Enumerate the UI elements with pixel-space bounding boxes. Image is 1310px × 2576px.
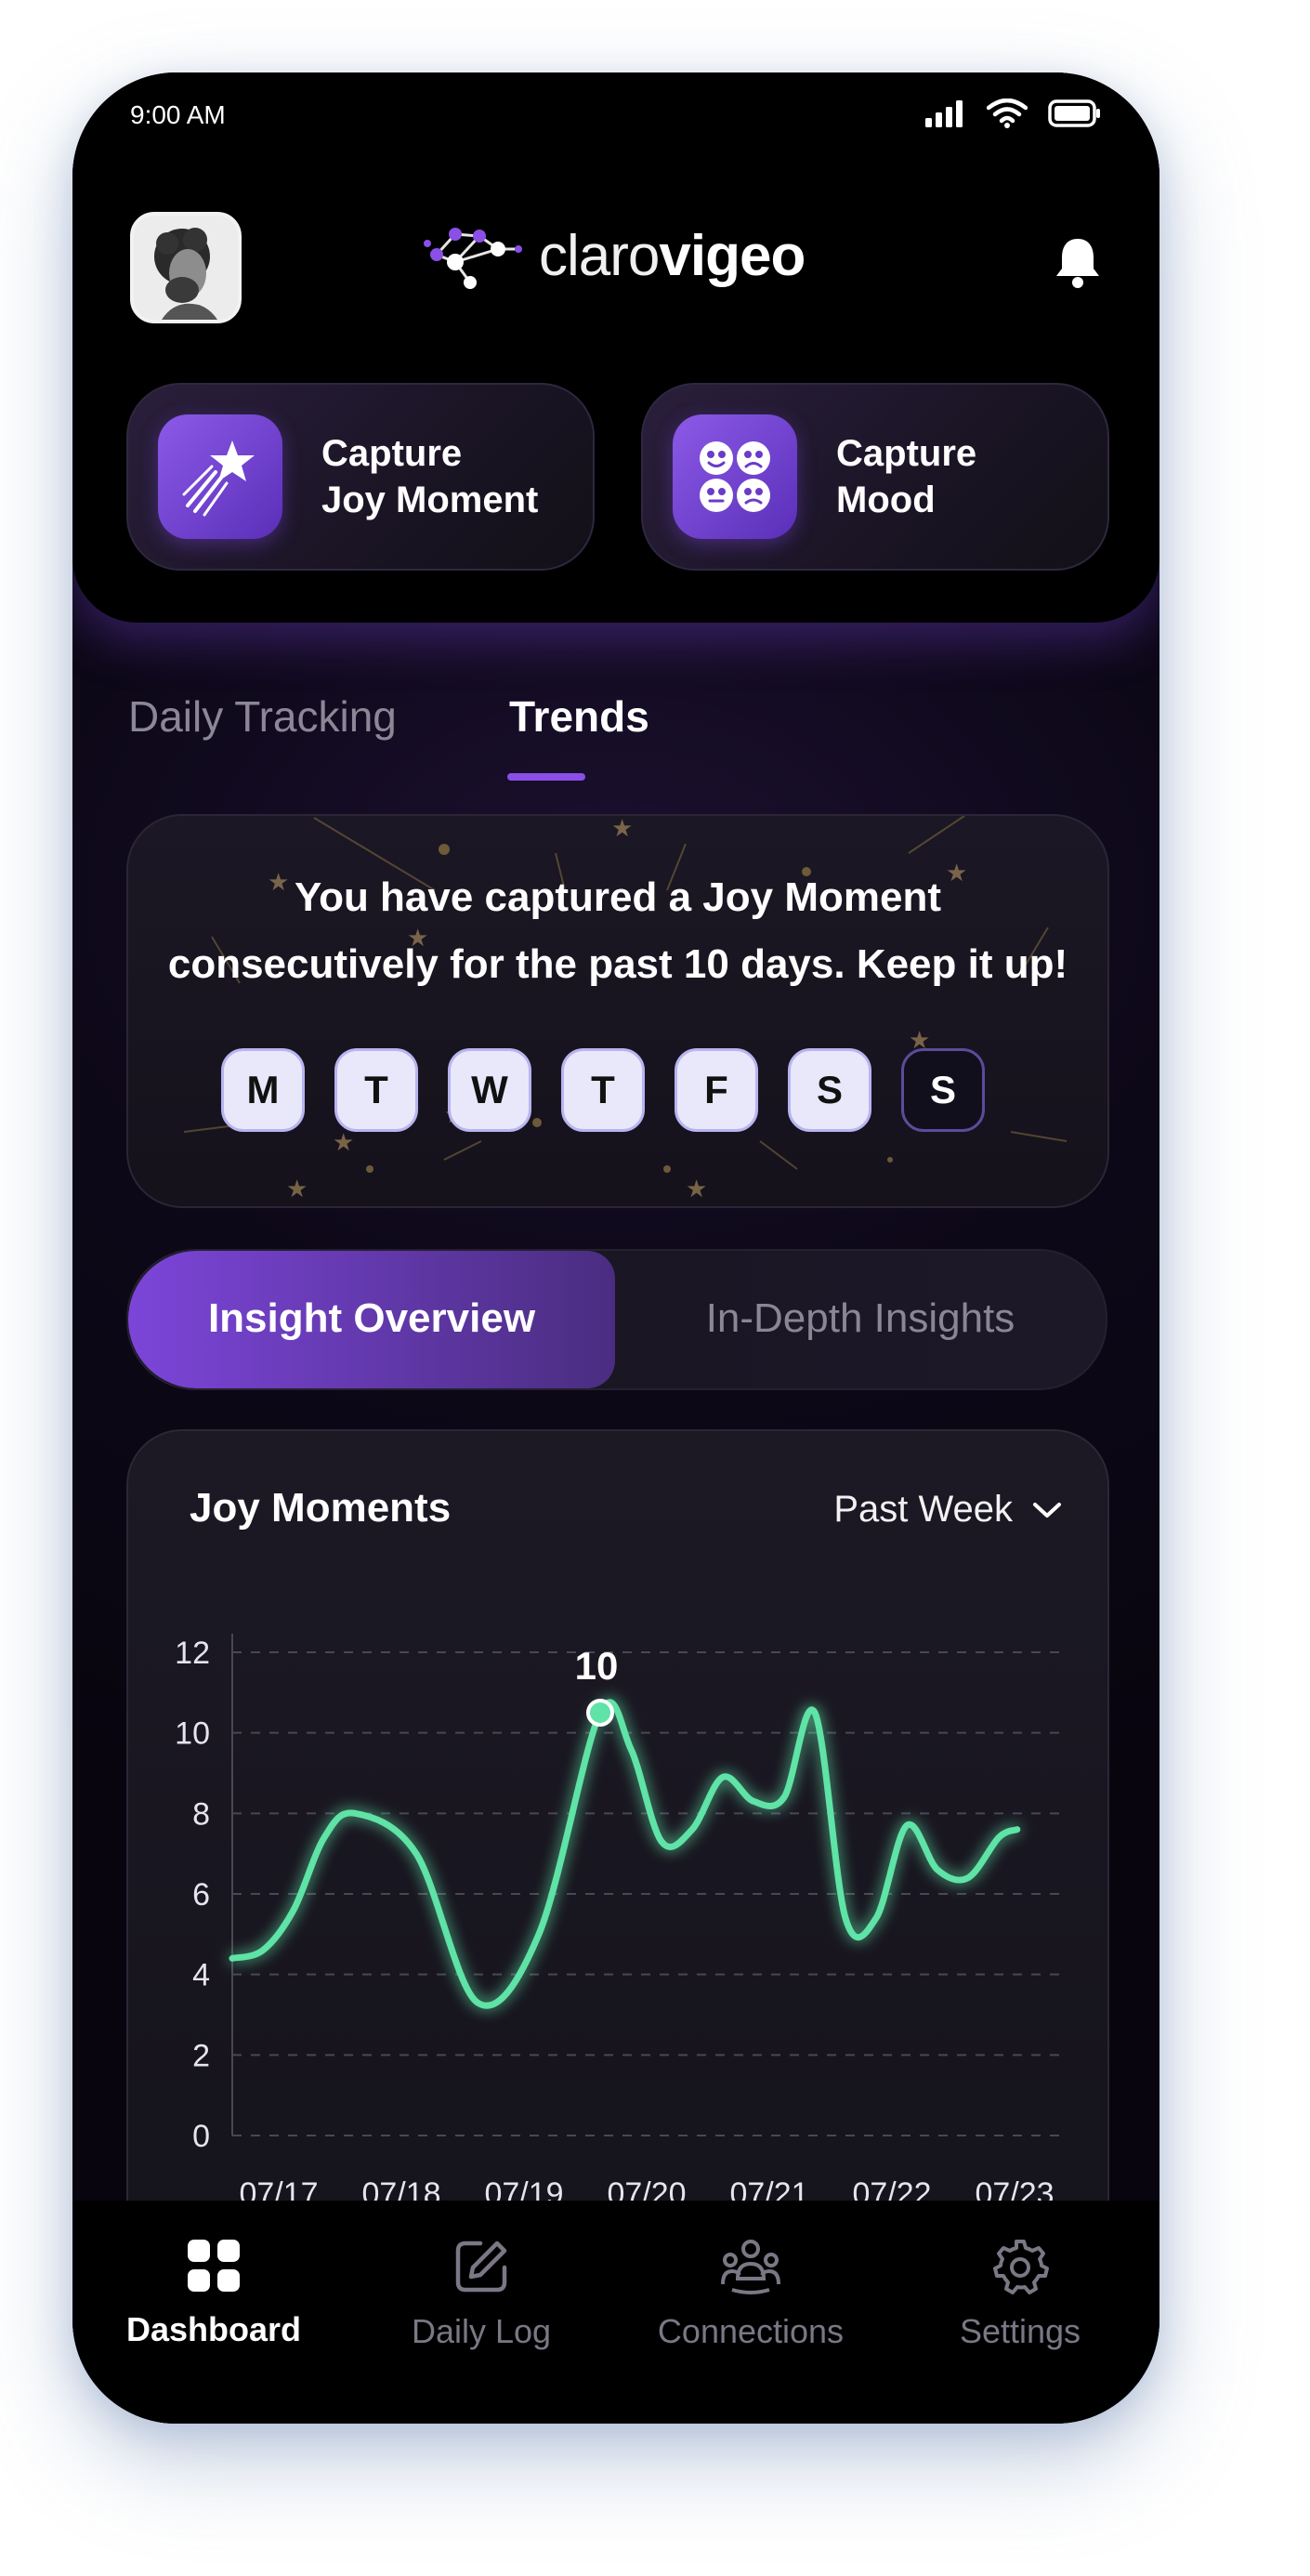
tab-trends[interactable]: Trends bbox=[509, 691, 649, 742]
tab-bar: Daily Tracking Trends bbox=[128, 686, 1104, 760]
nav-dashboard[interactable]: Dashboard bbox=[121, 2238, 307, 2349]
nav-daily-log[interactable]: Daily Log bbox=[388, 2238, 574, 2351]
capture-joy-moment-button[interactable]: Capture Joy Moment bbox=[126, 383, 595, 571]
brand-light: claro bbox=[539, 223, 660, 288]
mood-faces-icon bbox=[700, 441, 770, 512]
capture-joy-line2: Joy Moment bbox=[321, 480, 539, 520]
y-tick-label: 6 bbox=[192, 1877, 210, 1912]
phone-frame: 9:00 AM clarovigeo Capture Joy Moment Ca… bbox=[72, 72, 1159, 2424]
y-tick-label: 2 bbox=[192, 2038, 210, 2073]
capture-mood-line1: Capture bbox=[836, 433, 977, 474]
nav-dashboard-label: Dashboard bbox=[125, 2310, 302, 2348]
nav-connections-label: Connections bbox=[657, 2312, 845, 2350]
nav-settings-label: Settings bbox=[959, 2312, 1081, 2350]
streak-message: You have captured a Joy Moment consecuti… bbox=[128, 864, 1107, 998]
y-tick-label: 12 bbox=[175, 1636, 210, 1671]
y-tick-label: 10 bbox=[175, 1716, 210, 1752]
svg-text:★: ★ bbox=[333, 1129, 354, 1157]
day-wednesday: W bbox=[448, 1048, 531, 1132]
avatar-portrait-icon bbox=[134, 216, 238, 320]
capture-mood-line2: Mood bbox=[836, 480, 936, 520]
bottom-navigation: Dashboard Daily Log Connections Settings bbox=[72, 2201, 1159, 2424]
y-tick-label: 8 bbox=[192, 1796, 210, 1832]
svg-text:★: ★ bbox=[286, 1176, 308, 1203]
segment-in-depth-insights[interactable]: In-Depth Insights bbox=[615, 1295, 1106, 1342]
streak-line2: consecutively for the past 10 days. Keep… bbox=[167, 941, 1068, 987]
battery-icon bbox=[1048, 99, 1100, 127]
edit-pencil-icon bbox=[455, 2241, 507, 2293]
segment-insight-overview-label: Insight Overview bbox=[207, 1295, 536, 1341]
capture-joy-line1: Capture bbox=[321, 433, 463, 474]
app-header: 9:00 AM clarovigeo Capture Joy Moment Ca… bbox=[72, 72, 1159, 623]
weekday-row: M T W T F S S bbox=[221, 1048, 985, 1132]
brand-wordmark: clarovigeo bbox=[539, 223, 806, 289]
insight-segmented-control: Insight Overview In-Depth Insights bbox=[126, 1249, 1107, 1390]
gear-icon bbox=[993, 2240, 1049, 2294]
status-time: 9:00 AM bbox=[130, 100, 226, 129]
day-saturday: S bbox=[788, 1048, 871, 1132]
streak-line1: You have captured a Joy Moment bbox=[294, 874, 941, 920]
shooting-star-icon bbox=[182, 440, 255, 517]
joy-series-line bbox=[229, 1699, 1021, 2009]
svg-text:★: ★ bbox=[611, 816, 633, 843]
streak-card: ★★ ★★ ★★ ★★ ★★ You have captured a Joy M… bbox=[126, 814, 1109, 1208]
joy-moments-chart-card: Joy Moments Past Week 0 2 4 6 8 10 12 07/17 07/1… bbox=[126, 1429, 1109, 2269]
nav-connections[interactable]: Connections bbox=[648, 2238, 853, 2351]
status-icons bbox=[925, 99, 1102, 128]
y-tick-label: 4 bbox=[192, 1958, 210, 1993]
tab-active-indicator bbox=[507, 773, 585, 781]
tab-daily-tracking[interactable]: Daily Tracking bbox=[128, 691, 397, 742]
day-friday: F bbox=[675, 1048, 758, 1132]
peak-data-label: 10 bbox=[575, 1644, 619, 1688]
avatar[interactable] bbox=[130, 212, 242, 323]
nav-daily-log-label: Daily Log bbox=[411, 2312, 552, 2350]
svg-text:★: ★ bbox=[686, 1176, 707, 1203]
cap-icon-wrap bbox=[673, 414, 797, 539]
brand-logo: clarovigeo bbox=[424, 221, 806, 290]
people-icon bbox=[721, 2240, 780, 2294]
cap-icon-wrap bbox=[158, 414, 282, 539]
joy-moments-line-chart: 02468101207/17 07/18 07/19 07/20 07/21 07/22 0… bbox=[175, 1634, 1063, 2212]
day-monday: M bbox=[221, 1048, 305, 1132]
wifi-icon bbox=[987, 99, 1028, 128]
capture-joy-label: Capture Joy Moment bbox=[321, 430, 538, 523]
day-sunday: S bbox=[901, 1048, 985, 1132]
day-thursday: T bbox=[561, 1048, 645, 1132]
bell-icon bbox=[1056, 239, 1099, 288]
capture-mood-label: Capture Mood bbox=[836, 430, 976, 523]
brand-bold: vigeo bbox=[659, 223, 806, 288]
day-tuesday: T bbox=[334, 1048, 418, 1132]
notification-bell-button[interactable] bbox=[1054, 235, 1102, 294]
signal-icon bbox=[925, 100, 963, 127]
nav-settings[interactable]: Settings bbox=[927, 2238, 1113, 2351]
capture-mood-button[interactable]: Capture Mood bbox=[641, 383, 1109, 571]
molecule-logo-icon bbox=[424, 228, 522, 289]
peak-point-marker bbox=[586, 1699, 614, 1727]
y-tick-label: 0 bbox=[192, 2119, 210, 2154]
dashboard-grid-icon bbox=[188, 2240, 240, 2292]
